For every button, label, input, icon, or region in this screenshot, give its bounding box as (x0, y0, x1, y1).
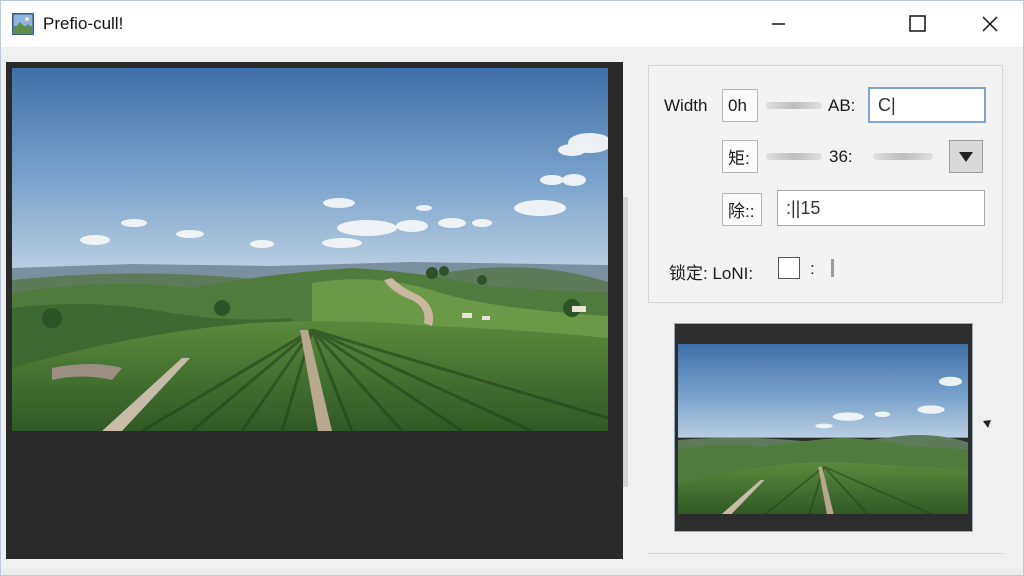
landscape-image (12, 68, 608, 431)
rect-slider[interactable] (766, 153, 822, 160)
lock-colon: : (810, 259, 815, 278)
ab-label: AB: (828, 96, 856, 115)
lock-checkbox[interactable] (778, 257, 800, 279)
lock-label: 锁定: LoNI: (669, 264, 754, 283)
preview-image[interactable] (12, 68, 608, 431)
maximize-icon (909, 15, 926, 32)
close-icon (982, 16, 998, 32)
close-button[interactable] (967, 1, 1013, 47)
lock-indicator (831, 259, 834, 277)
maximize-button[interactable] (895, 1, 941, 47)
triangle-down-icon (959, 151, 973, 162)
ab-input[interactable]: C| (868, 87, 986, 123)
remove-unit-box[interactable]: 除:: (722, 193, 762, 226)
panel-splitter[interactable] (623, 197, 628, 487)
value-36-label: 36: (829, 147, 853, 166)
small-arrow-icon[interactable] (983, 420, 991, 428)
minimize-icon (772, 23, 785, 25)
width-unit-box[interactable]: 0h (722, 89, 758, 122)
title-bar[interactable]: Prefio-cull! (1, 1, 1023, 47)
thumbnail-image[interactable] (678, 344, 968, 514)
window-title: Prefio-cull! (43, 14, 124, 33)
app-window: Prefio-cull! Width 0h AB: C| 矩: 36: 除:: … (0, 0, 1024, 576)
remove-input[interactable]: :||15 (777, 190, 985, 226)
secondary-slider[interactable] (873, 153, 933, 160)
minimize-button[interactable] (755, 1, 801, 47)
rect-unit-box[interactable]: 矩: (722, 140, 758, 173)
width-slider[interactable] (766, 102, 822, 109)
width-label: Width (664, 96, 708, 115)
app-photo-icon (12, 13, 34, 35)
status-strip (1, 567, 1023, 575)
dropdown-button[interactable] (949, 140, 983, 173)
landscape-thumbnail (678, 344, 968, 514)
